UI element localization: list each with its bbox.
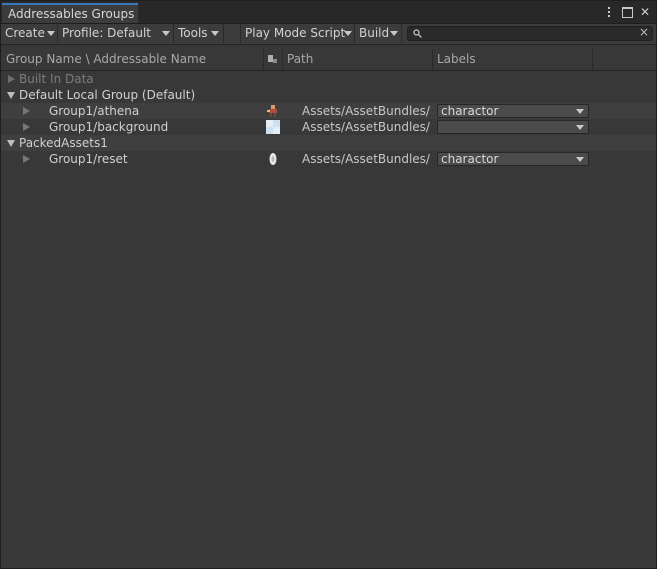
labels-dropdown[interactable]: [437, 120, 589, 134]
labels-dropdown[interactable]: charactor: [437, 104, 589, 118]
group-label: Built In Data: [19, 72, 94, 86]
search-field[interactable]: ×: [407, 25, 653, 41]
tree-row-entry-background[interactable]: Group1/background Assets/AssetBundles/G: [1, 119, 656, 135]
title-bar: Addressables Groups ✕: [1, 1, 656, 24]
tree-row-entry-athena[interactable]: Group1/athena Assets/AssetBundles/G char…: [1, 103, 656, 119]
play-mode-script-label: Play Mode Script: [245, 26, 346, 40]
collapse-arrow-icon[interactable]: [7, 92, 15, 99]
dropdown-arrow-icon: [162, 31, 170, 36]
build-dropdown[interactable]: Build: [355, 24, 402, 43]
column-header-name[interactable]: Group Name \ Addressable Name: [1, 49, 263, 70]
entry-path: Assets/AssetBundles/G: [302, 152, 430, 166]
texture-icon: [266, 120, 280, 134]
search-icon: [413, 29, 422, 38]
maximize-icon[interactable]: [620, 3, 634, 21]
expand-arrow-icon[interactable]: [23, 123, 30, 131]
window-controls: ✕: [602, 3, 652, 21]
expand-arrow-icon[interactable]: [8, 75, 15, 83]
entry-path: Assets/AssetBundles/G: [302, 120, 430, 134]
expand-arrow-icon[interactable]: [23, 155, 30, 163]
tree-row-built-in-data[interactable]: Built In Data: [1, 71, 656, 87]
labels-dropdown[interactable]: charactor: [437, 152, 589, 166]
profile-label: Profile: Default: [62, 26, 152, 40]
labels-value: charactor: [441, 104, 499, 118]
entry-path: Assets/AssetBundles/G: [302, 104, 430, 118]
entry-name: Group1/athena: [49, 104, 140, 118]
expand-arrow-icon[interactable]: [23, 107, 30, 115]
tools-dropdown[interactable]: Tools: [174, 24, 224, 43]
dropdown-arrow-icon: [576, 109, 584, 114]
tools-label: Tools: [178, 26, 208, 40]
group-label: PackedAssets1: [19, 136, 108, 150]
more-options-icon[interactable]: [602, 3, 616, 21]
create-dropdown[interactable]: Create: [1, 24, 58, 43]
entry-name: Group1/reset: [49, 152, 128, 166]
tree-row-default-local-group[interactable]: Default Local Group (Default): [1, 87, 656, 103]
tree-row-entry-reset[interactable]: Group1/reset Assets/AssetBundles/G chara…: [1, 151, 656, 167]
create-label: Create: [5, 26, 45, 40]
dropdown-arrow-icon: [211, 31, 219, 36]
column-header-path[interactable]: Path: [282, 49, 432, 70]
dropdown-arrow-icon: [47, 31, 55, 36]
character-sprite-icon: [267, 105, 277, 117]
close-icon[interactable]: ✕: [638, 3, 652, 21]
dropdown-arrow-icon: [576, 157, 584, 162]
entry-name: Group1/background: [49, 120, 169, 134]
tree-row-packed-assets1[interactable]: PackedAssets1: [1, 135, 656, 151]
dropdown-arrow-icon: [344, 31, 352, 36]
profile-dropdown[interactable]: Profile: Default: [58, 24, 174, 43]
toolbar: Create Profile: Default Tools Play Mode …: [1, 24, 656, 45]
group-label: Default Local Group (Default): [19, 88, 196, 102]
groups-tree: Built In Data Default Local Group (Defau…: [1, 71, 656, 167]
reset-sprite-icon: [269, 153, 277, 165]
clear-search-icon[interactable]: ×: [639, 25, 649, 40]
build-label: Build: [359, 26, 390, 40]
column-header-labels[interactable]: Labels: [432, 49, 592, 70]
dropdown-arrow-icon: [390, 31, 398, 36]
labels-value: charactor: [441, 152, 499, 166]
dropdown-arrow-icon: [576, 125, 584, 130]
addressables-groups-window: Addressables Groups ✕ Create Profile: De…: [0, 0, 657, 569]
column-divider[interactable]: [592, 49, 593, 70]
asset-type-icon: [268, 55, 277, 63]
search-input[interactable]: [424, 27, 634, 40]
column-header: Group Name \ Addressable Name Path Label…: [1, 49, 656, 71]
play-mode-script-dropdown[interactable]: Play Mode Script: [240, 24, 355, 43]
column-header-type[interactable]: [264, 49, 282, 70]
tab-addressables-groups[interactable]: Addressables Groups: [2, 3, 138, 23]
